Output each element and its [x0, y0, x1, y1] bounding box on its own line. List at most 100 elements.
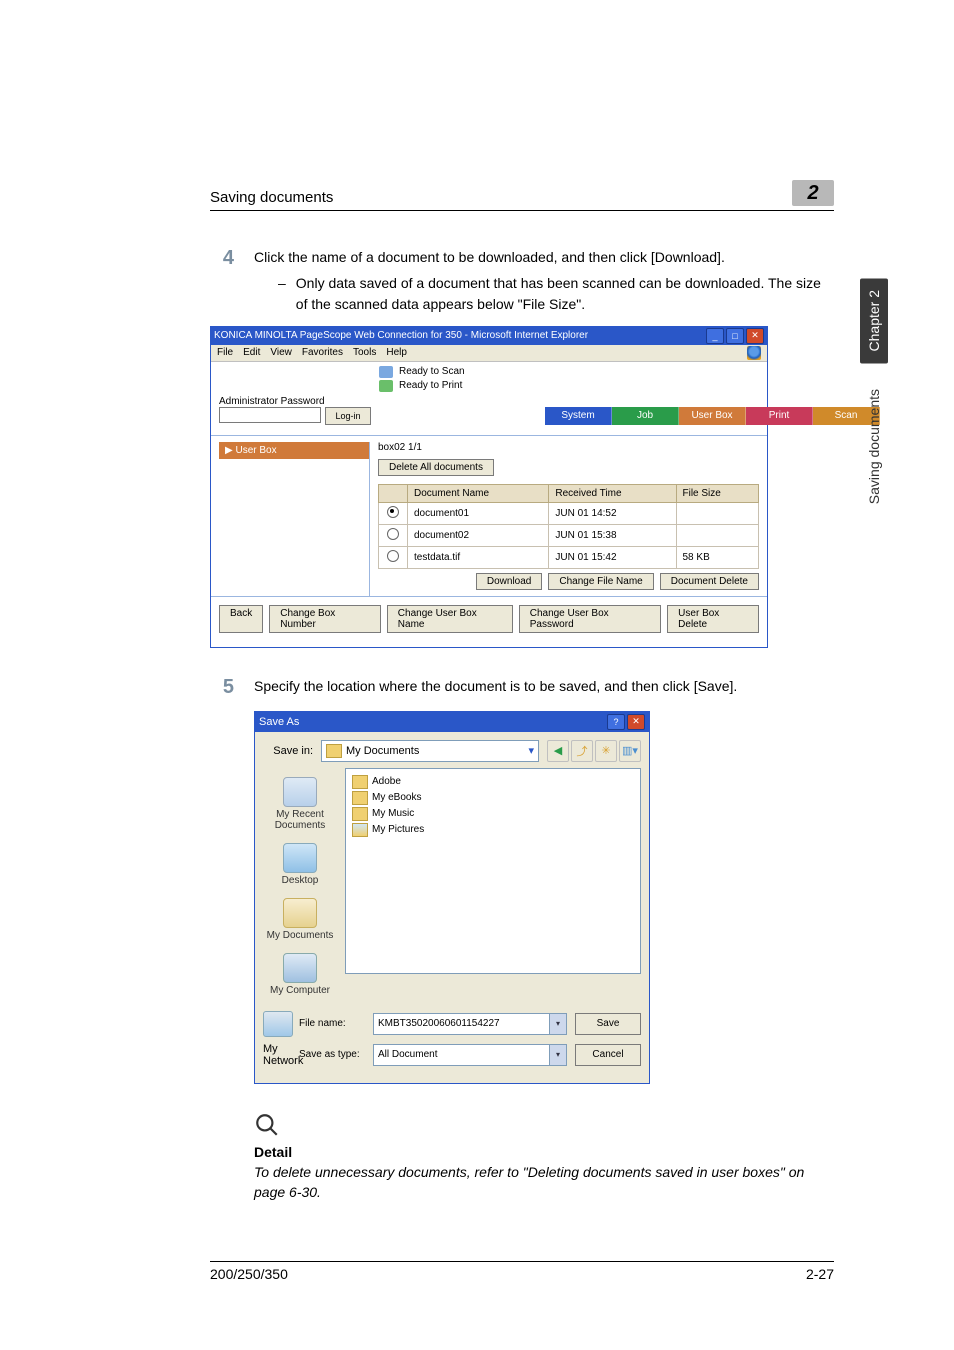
save-in-combo[interactable]: My Documents ▾	[321, 740, 539, 762]
menu-view[interactable]: View	[270, 347, 292, 358]
menu-file[interactable]: File	[217, 347, 233, 358]
dash-icon: –	[278, 273, 286, 314]
document-table: Document Name Received Time File Size do…	[378, 484, 759, 569]
list-item[interactable]: Adobe	[352, 775, 634, 789]
menu-tools[interactable]: Tools	[353, 347, 376, 358]
new-folder-icon[interactable]: ✳	[595, 740, 617, 762]
up-icon[interactable]: ⤴	[571, 740, 593, 762]
page-footer: 200/250/350 2-27	[210, 1261, 834, 1282]
maximize-icon[interactable]: □	[726, 328, 744, 344]
user-box-delete-button[interactable]: User Box Delete	[667, 605, 759, 633]
folder-name: My Pictures	[372, 824, 424, 835]
tab-user-box[interactable]: User Box	[679, 407, 746, 425]
box-label: box02 1/1	[378, 442, 759, 453]
table-row[interactable]: document02 JUN 01 15:38	[379, 524, 759, 546]
status-scan: Ready to Scan	[399, 366, 465, 377]
chapter-badge: 2	[792, 180, 834, 206]
table-row[interactable]: document01 JUN 01 14:52	[379, 502, 759, 524]
place-label: My Documents	[267, 930, 334, 941]
browser-titlebar: KONICA MINOLTA PageScope Web Connection …	[211, 327, 767, 345]
admin-password-input[interactable]	[219, 407, 321, 423]
ie-logo-icon	[747, 346, 761, 360]
list-item[interactable]: My Music	[352, 807, 634, 821]
delete-all-button[interactable]: Delete All documents	[378, 459, 494, 476]
place-my-documents[interactable]: My Documents	[259, 893, 341, 946]
place-my-network-label[interactable]: My Network	[263, 1043, 291, 1067]
window-title: KONICA MINOLTA PageScope Web Connection …	[214, 330, 588, 341]
table-row[interactable]: testdata.tif JUN 01 15:42 58 KB	[379, 546, 759, 568]
save-as-dialog: Save As ? ✕ Save in: My Documents ▾ ◀	[254, 711, 650, 1084]
menu-edit[interactable]: Edit	[243, 347, 260, 358]
change-file-name-button[interactable]: Change File Name	[548, 573, 653, 590]
save-in-value: My Documents	[346, 745, 419, 757]
step-4: 4 Click the name of a document to be dow…	[210, 247, 834, 314]
folder-icon	[326, 744, 342, 758]
place-my-computer[interactable]: My Computer	[259, 948, 341, 1001]
chevron-down-icon[interactable]: ▾	[549, 1045, 566, 1065]
side-tab: Chapter 2 Saving documents	[860, 278, 888, 517]
cell-size	[676, 502, 759, 524]
section-title: Saving documents	[210, 189, 333, 206]
list-item[interactable]: My Pictures	[352, 823, 634, 837]
document-delete-button[interactable]: Document Delete	[660, 573, 759, 590]
menu-help[interactable]: Help	[386, 347, 407, 358]
magnifier-icon	[254, 1112, 834, 1142]
place-label: My Recent Documents	[275, 809, 326, 831]
folder-icon	[352, 791, 368, 805]
change-user-box-name-button[interactable]: Change User Box Name	[387, 605, 513, 633]
tab-system[interactable]: System	[545, 407, 612, 425]
close-icon[interactable]: ✕	[627, 714, 645, 730]
file-list[interactable]: Adobe My eBooks My Music My Pictures	[345, 768, 641, 974]
cell-doc-name[interactable]: document01	[408, 502, 549, 524]
menu-favorites[interactable]: Favorites	[302, 347, 343, 358]
status-row-2: Ready to Print	[379, 380, 759, 392]
cell-doc-name[interactable]: document02	[408, 524, 549, 546]
change-user-box-password-button[interactable]: Change User Box Password	[519, 605, 661, 633]
radio-icon[interactable]	[387, 528, 399, 540]
folder-name: My Music	[372, 808, 414, 819]
save-button[interactable]: Save	[575, 1013, 641, 1035]
back-button[interactable]: Back	[219, 605, 263, 633]
sidebar-user-box[interactable]: ▶ User Box	[219, 442, 369, 459]
folder-icon	[352, 823, 368, 837]
close-icon[interactable]: ✕	[746, 328, 764, 344]
list-item[interactable]: My eBooks	[352, 791, 634, 805]
folder-name: Adobe	[372, 776, 401, 787]
admin-password-label: Administrator Password	[219, 396, 371, 407]
place-recent[interactable]: My Recent Documents	[259, 772, 341, 836]
back-icon[interactable]: ◀	[547, 740, 569, 762]
detail-text: To delete unnecessary documents, refer t…	[254, 1162, 834, 1203]
cell-doc-name[interactable]: testdata.tif	[408, 546, 549, 568]
scanner-icon	[379, 366, 393, 378]
folder-icon	[352, 775, 368, 789]
status-print: Ready to Print	[399, 380, 462, 391]
download-button[interactable]: Download	[476, 573, 542, 590]
login-button[interactable]: Log-in	[325, 407, 371, 425]
detail-heading: Detail	[254, 1144, 834, 1160]
desktop-icon	[283, 843, 317, 873]
place-desktop[interactable]: Desktop	[259, 838, 341, 891]
recent-icon	[283, 777, 317, 807]
cancel-button[interactable]: Cancel	[575, 1044, 641, 1066]
cell-time: JUN 01 14:52	[549, 502, 676, 524]
step-5: 5 Specify the location where the documen…	[210, 676, 834, 699]
views-icon[interactable]: ▥▾	[619, 740, 641, 762]
cell-size	[676, 524, 759, 546]
minimize-icon[interactable]: _	[706, 328, 724, 344]
radio-icon[interactable]	[387, 506, 399, 518]
cell-time: JUN 01 15:38	[549, 524, 676, 546]
step-4-text: Click the name of a document to be downl…	[254, 249, 725, 265]
chevron-down-icon[interactable]: ▾	[549, 1014, 566, 1034]
footer-left: 200/250/350	[210, 1266, 288, 1282]
place-label: Desktop	[282, 875, 319, 886]
help-icon[interactable]: ?	[607, 714, 625, 730]
tab-print[interactable]: Print	[746, 407, 813, 425]
save-as-type-field[interactable]: All Document ▾	[373, 1044, 567, 1066]
file-name-field[interactable]: KMBT35020060601154227 ▾	[373, 1013, 567, 1035]
change-box-number-button[interactable]: Change Box Number	[269, 605, 381, 633]
save-type-value: All Document	[378, 1049, 437, 1060]
cell-time: JUN 01 15:42	[549, 546, 676, 568]
tab-job[interactable]: Job	[612, 407, 679, 425]
radio-icon[interactable]	[387, 550, 399, 562]
side-tab-section: Saving documents	[860, 377, 888, 516]
